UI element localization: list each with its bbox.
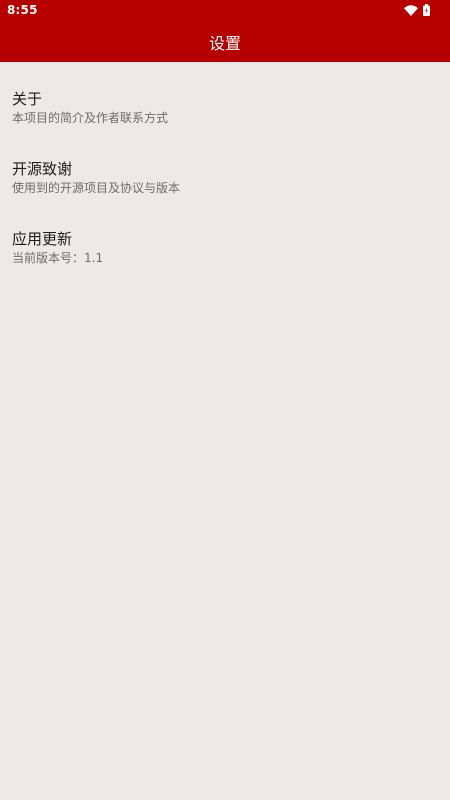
settings-item-about[interactable]: 关于 本项目的简介及作者联系方式 (0, 62, 450, 132)
settings-item-open-source[interactable]: 开源致谢 使用到的开源项目及协议与版本 (0, 132, 450, 202)
battery-icon (423, 4, 430, 16)
settings-item-subtitle: 使用到的开源项目及协议与版本 (12, 181, 181, 195)
settings-item-subtitle: 本项目的简介及作者联系方式 (12, 111, 169, 125)
settings-item-title: 开源致谢 (12, 160, 73, 178)
settings-item-update[interactable]: 应用更新 当前版本号：1.1 (0, 202, 450, 272)
settings-item-title: 应用更新 (12, 230, 73, 248)
status-icons (404, 3, 430, 17)
status-bar: 8:55 (0, 0, 450, 22)
settings-item-title: 关于 (12, 90, 43, 108)
wifi-icon (404, 4, 418, 16)
status-time: 8:55 (7, 3, 38, 17)
settings-item-subtitle: 当前版本号：1.1 (12, 251, 104, 265)
page-title: 设置 (208, 34, 241, 53)
settings-list: 关于 本项目的简介及作者联系方式 开源致谢 使用到的开源项目及协议与版本 应用更… (0, 62, 450, 272)
app-bar: 设置 (0, 22, 450, 62)
